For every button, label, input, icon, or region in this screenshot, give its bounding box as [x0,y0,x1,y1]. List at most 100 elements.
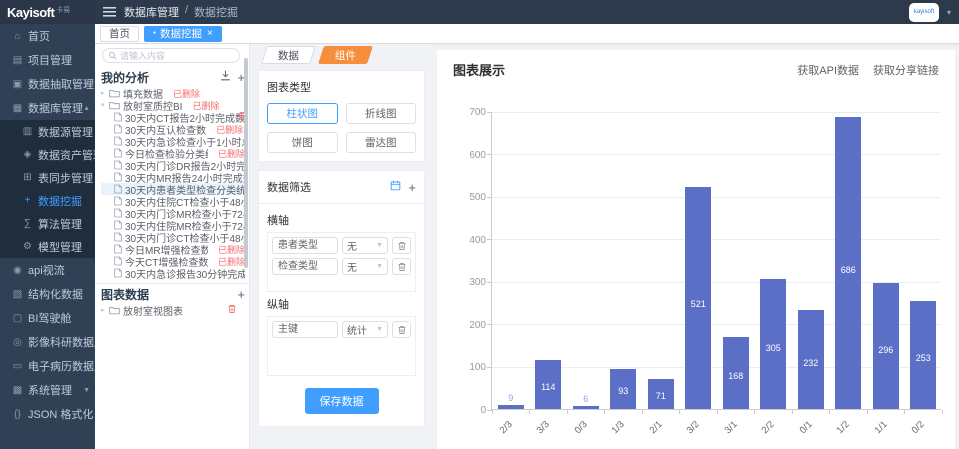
tree-file-row[interactable]: 今日检查检验分类统计已删除 [101,147,245,159]
tab-data-mining[interactable]: ● 数据挖掘 × [144,26,222,42]
sidebar-item-home[interactable]: ⌂首页 [0,24,95,48]
sidebar-item-label: BI驾驶舱 [28,310,71,326]
sidebar-item-json-format[interactable]: {}JSON 格式化 [0,402,95,426]
user-avatar[interactable]: kayisoft [909,3,939,22]
sidebar-item-database[interactable]: ▦数据库管理▲ [0,96,95,120]
axis-field-name[interactable]: 检查类型 [272,258,338,275]
axis-field-name[interactable]: 患者类型 [272,237,338,254]
sidebar-item-data-source[interactable]: ▥数据源管理 [0,120,95,143]
scrollbar-thumb[interactable] [244,58,248,268]
tree-file-row[interactable]: 30天内门诊CT检查小于48小时总计 [101,231,245,243]
file-icon [114,112,122,122]
tree-file-row[interactable]: 30天内住院MR检查小于72小时总计 [101,219,245,231]
sidebar-item-data-asset[interactable]: ◈数据资产管理 [0,143,95,166]
aggregation-select[interactable]: 统计▼ [342,321,388,338]
main-area: 数据库管理/数据挖掘 kayisoft ▾ 首页 ● 数据挖掘 × 请输入内容 [95,0,959,449]
sidebar-item-label: 数据源管理 [38,124,93,140]
tree-file-row[interactable]: 30天内急诊检查小于1小时总计 [101,135,245,147]
chart-type-button[interactable]: 折线图 [346,103,417,124]
caret-right-icon[interactable]: ▸ [101,89,109,97]
delete-icon[interactable] [227,304,237,316]
tree-file-row[interactable]: 30天内门诊MR检查小于72小时总计 [101,207,245,219]
sidebar-item-model[interactable]: ⚙模型管理 [0,235,95,258]
bar[interactable] [573,406,599,409]
tree-file-row[interactable]: 30天内患者类型检查分类统计 [101,183,245,195]
tree-file-row[interactable]: 30天内MR报告24小时完成数 [101,171,245,183]
tree-file-row[interactable]: 今日MR增强检查数已删除 [101,243,245,255]
add-chart-data-button[interactable]: + [237,288,245,301]
x-axis-tick [867,410,868,414]
config-tab-component[interactable]: 组件 [318,46,373,64]
x-axis-tick-label: 3/1 [694,419,740,449]
sidebar-item-emr-qc[interactable]: ▭电子病历数据质控 [0,354,95,378]
delete-field-button[interactable] [392,258,411,275]
file-icon [114,256,122,266]
tree-node-label: 今天CT增强检查数 [125,255,208,267]
breadcrumb-item[interactable]: 数据库管理 [124,4,179,20]
tree-file-row[interactable]: 今天CT增强检查数已删除 [101,255,245,267]
sidebar-item-data-extract[interactable]: ▣数据抽取管理▼ [0,72,95,96]
tree-folder-row[interactable]: ▾放射室质控BI已删除 [101,99,245,111]
delete-field-button[interactable] [392,321,411,338]
config-tab-data[interactable]: 数据 [261,46,316,64]
page-tabstrip: 首页 ● 数据挖掘 × [95,24,959,44]
breadcrumb-item[interactable]: 数据挖掘 [194,4,238,20]
chart-display-panel: 图表展示 获取API数据获取分享链接 010020030040050060070… [433,44,959,449]
tab-home[interactable]: 首页 [100,26,139,42]
bar[interactable] [498,405,524,409]
aggregation-value: 无 [347,259,357,274]
calendar-icon[interactable] [390,180,401,194]
sidebar-item-label: api视流 [28,262,65,278]
tree-file-row[interactable]: 30天内CT报告2小时完成数 [101,111,245,123]
hamburger-icon[interactable] [103,7,116,17]
chevron-down-icon[interactable]: ▾ [947,8,951,17]
chart-type-button[interactable]: 雷达图 [346,132,417,153]
caret-down-icon[interactable]: ▾ [101,101,109,109]
search-input[interactable]: 请输入内容 [102,48,240,63]
file-icon [114,148,122,158]
get-api-data-link[interactable]: 获取API数据 [797,62,859,78]
emr-qc-icon: ▭ [11,361,24,372]
delete-field-button[interactable] [392,237,411,254]
tab-data-mining-label: 数据挖掘 [160,26,202,41]
tree-file-row[interactable]: 30天内互认检查数已删除 [101,123,245,135]
aggregation-select[interactable]: 无▼ [342,258,388,275]
analysis-tree: ▸填充数据已删除▾放射室质控BI已删除30天内CT报告2小时完成数30天内互认检… [101,87,245,279]
bar-value-label: 6 [568,394,604,404]
file-icon [114,160,122,170]
tree-folder-row[interactable]: ▸填充数据已删除 [101,87,245,99]
sidebar: Kayisoft 卡易 ⌂首页▤项目管理▣数据抽取管理▼▦数据库管理▲▥数据源管… [0,0,95,449]
sidebar-item-label: 系统管理 [28,382,72,398]
download-icon[interactable] [220,70,231,84]
aggregation-select[interactable]: 无▼ [342,237,388,254]
tree-node-label: 30天内互认检查数 [125,123,206,135]
sidebar-item-project[interactable]: ▤项目管理 [0,48,95,72]
tab-home-label: 首页 [109,26,130,41]
tree-file-row[interactable]: 30天内门诊DR报告2小时完成数 [101,159,245,171]
add-filter-button[interactable]: + [408,181,416,194]
sidebar-item-structured-data[interactable]: ▧结构化数据 [0,282,95,306]
sidebar-item-imaging-db[interactable]: ◎影像科研数据库 [0,330,95,354]
bar-value-label: 253 [905,353,941,363]
bar-value-label: 71 [643,391,679,401]
chart-type-button[interactable]: 柱状图 [267,103,338,124]
sidebar-item-system[interactable]: ▩系统管理▼ [0,378,95,402]
axis-field-name[interactable]: 主键 [272,321,338,338]
sidebar-item-algorithm[interactable]: ∑算法管理 [0,212,95,235]
sidebar-item-api[interactable]: ◉api视流 [0,258,95,282]
save-data-button[interactable]: 保存数据 [305,388,379,414]
sidebar-item-table-sync[interactable]: ⊞表同步管理 [0,166,95,189]
tree-file-row[interactable]: 30天内住院CT检查小于48小时总计 [101,195,245,207]
close-icon[interactable]: × [207,28,213,39]
chart-data-folder-row[interactable]: ▸ 放射室视图表 [101,304,245,316]
app-root: Kayisoft 卡易 ⌂首页▤项目管理▣数据抽取管理▼▦数据库管理▲▥数据源管… [0,0,959,449]
get-share-link[interactable]: 获取分享链接 [873,62,939,78]
chart-type-button[interactable]: 饼图 [267,132,338,153]
sidebar-item-bi-cockpit[interactable]: ▢BI驾驶舱 [0,306,95,330]
deleted-tag: 已删除 [216,123,243,135]
tree-node-label: 今日检查检验分类统计 [125,147,208,159]
tree-node-label: 30天内患者类型检查分类统计 [125,183,245,195]
sidebar-item-data-mining[interactable]: +数据挖掘 [0,189,95,212]
tree-file-row[interactable]: 30天内急诊报告30分钟完成数 [101,267,245,279]
bar[interactable] [835,117,861,409]
